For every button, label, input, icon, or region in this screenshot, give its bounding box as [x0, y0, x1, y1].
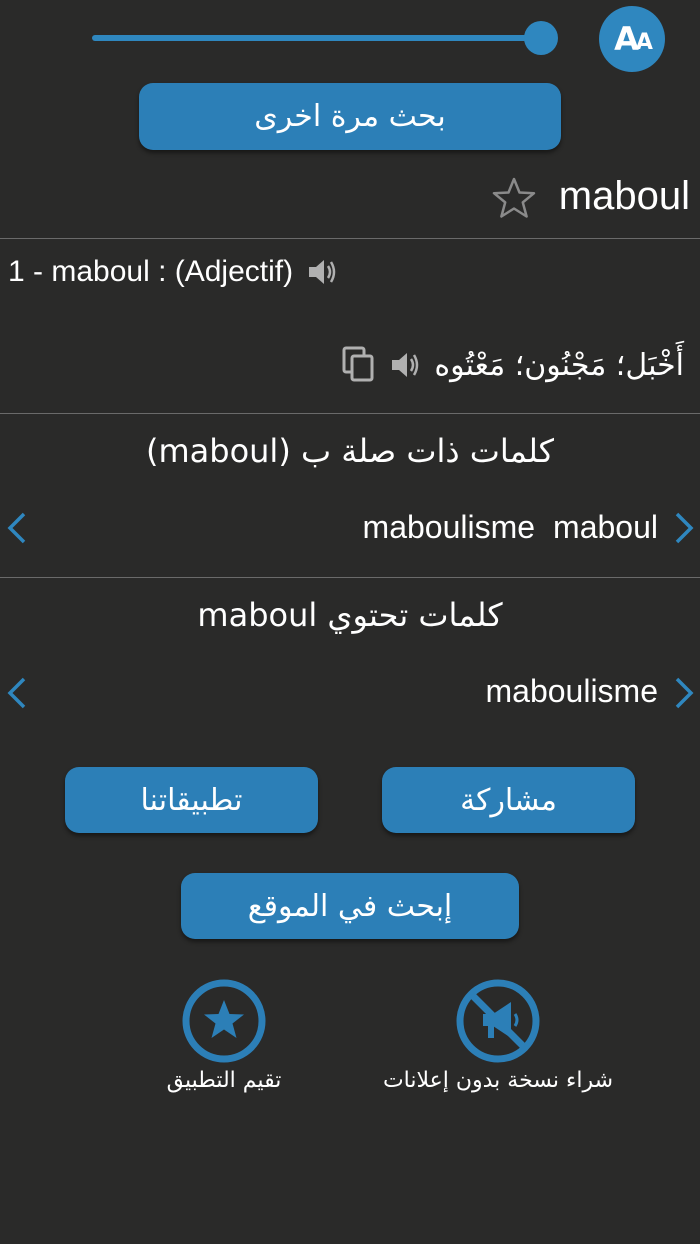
font-size-slider[interactable]: [92, 35, 542, 41]
our-apps-button[interactable]: تطبيقاتنا: [65, 767, 318, 833]
font-icon-letter-small: A: [635, 29, 653, 55]
chevron-right-icon[interactable]: [673, 510, 695, 546]
search-site-button[interactable]: إبحث في الموقع: [181, 873, 519, 939]
related-word-link[interactable]: maboul: [553, 505, 658, 549]
containing-word-link[interactable]: maboulisme: [485, 669, 658, 713]
font-size-slider-thumb[interactable]: [524, 21, 558, 55]
share-button[interactable]: مشاركة: [382, 767, 635, 833]
chevron-right-icon[interactable]: [673, 675, 695, 711]
related-words-title: كلمات ذات صلة ب (maboul): [145, 432, 554, 470]
containing-words-list: maboulisme: [485, 669, 658, 713]
divider: [0, 413, 700, 414]
rate-app-label[interactable]: تقيم التطبيق: [134, 1068, 314, 1093]
no-ads-label[interactable]: شراء نسخة بدون إعلانات: [366, 1068, 630, 1093]
rate-star-icon[interactable]: [181, 978, 267, 1064]
word-title: maboul: [558, 174, 690, 218]
related-words-list: maboulisme maboul: [363, 505, 658, 549]
divider: [0, 577, 700, 578]
font-size-icon[interactable]: AA: [599, 6, 665, 72]
definition-header: 1 - maboul : (Adjectif): [8, 250, 339, 294]
search-again-button[interactable]: بحث مرة اخرى: [139, 83, 561, 150]
definition-row: أَخْبَل؛ مَجْنُون؛ مَعْتُوه: [342, 340, 684, 390]
favorite-star-icon[interactable]: [492, 176, 536, 220]
divider: [0, 238, 700, 239]
speaker-icon[interactable]: [388, 348, 422, 382]
copy-icon[interactable]: [342, 346, 376, 384]
related-word-link[interactable]: maboulisme: [363, 505, 536, 549]
definition-arabic-text: أَخْبَل؛ مَجْنُون؛ مَعْتُوه: [434, 347, 684, 383]
chevron-left-icon[interactable]: [6, 675, 28, 711]
chevron-left-icon[interactable]: [6, 510, 28, 546]
containing-words-title: كلمات تحتوي maboul: [197, 596, 503, 634]
definition-header-text: 1 - maboul : (Adjectif): [8, 255, 294, 288]
speaker-icon[interactable]: [305, 255, 339, 289]
no-ads-icon[interactable]: [455, 978, 541, 1064]
font-icon-letter-large: A: [614, 20, 639, 58]
